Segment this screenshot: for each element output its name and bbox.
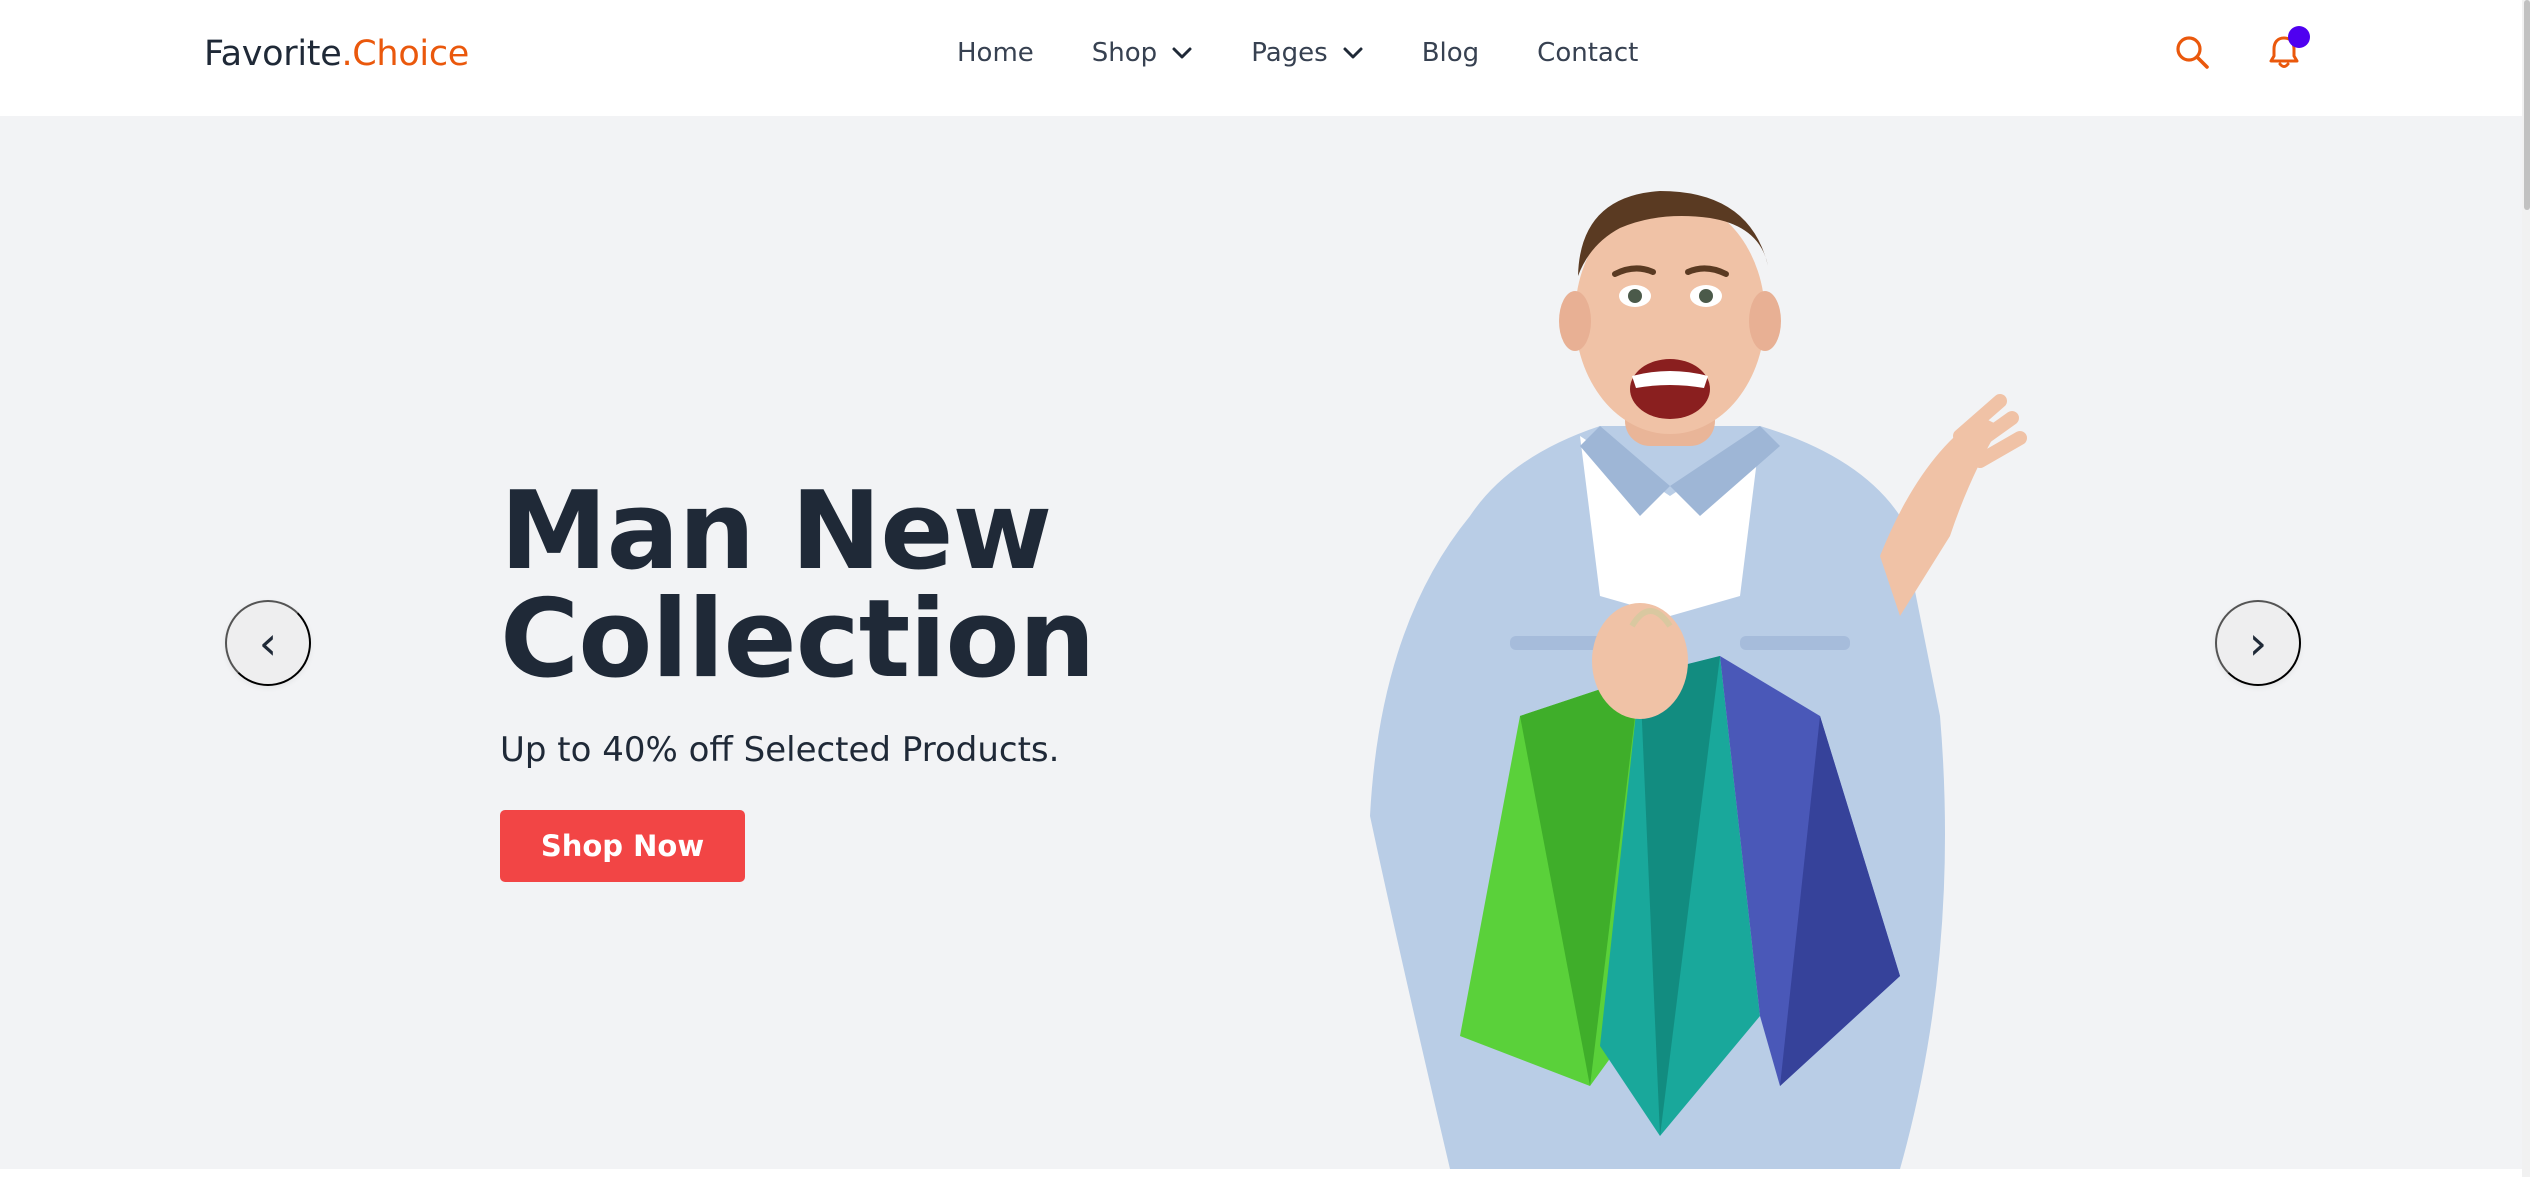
scrollbar-thumb[interactable] bbox=[2524, 0, 2530, 210]
logo-accent: .Choice bbox=[341, 34, 470, 74]
page: Favorite.Choice Home Shop Pages Blog Con… bbox=[0, 0, 2530, 1177]
nav-blog-label: Blog bbox=[1421, 38, 1480, 68]
nav-blog[interactable]: Blog bbox=[1422, 38, 1479, 68]
logo[interactable]: Favorite.Choice bbox=[204, 34, 469, 74]
search-icon bbox=[2176, 36, 2209, 69]
next-slide-button[interactable]: › bbox=[2215, 600, 2301, 686]
nav-contact-label: Contact bbox=[1537, 38, 1639, 68]
chevron-down-icon bbox=[1343, 47, 1363, 59]
shop-now-button[interactable]: Shop Now bbox=[500, 810, 745, 882]
hero-slider: ‹ Man New Collection Up to 40% off Selec… bbox=[0, 116, 2522, 1169]
hero-title: Man New Collection bbox=[500, 478, 1300, 694]
nav-pages[interactable]: Pages bbox=[1251, 38, 1364, 68]
nav-pages-label: Pages bbox=[1251, 38, 1328, 68]
hero-subtitle: Up to 40% off Selected Products. bbox=[500, 730, 1060, 770]
prev-slide-button[interactable]: ‹ bbox=[225, 600, 311, 686]
notification-badge bbox=[2288, 26, 2310, 48]
site-header: Favorite.Choice Home Shop Pages Blog Con… bbox=[0, 0, 2530, 116]
nav-shop[interactable]: Shop bbox=[1092, 38, 1193, 68]
hero-image-man-with-shopping-bags bbox=[1370, 191, 2027, 1169]
nav-shop-label: Shop bbox=[1091, 38, 1158, 68]
nav-home[interactable]: Home bbox=[957, 38, 1034, 68]
hero-title-line1: Man New bbox=[500, 469, 1052, 594]
nav-home-label: Home bbox=[957, 38, 1034, 68]
hero-title-line2: Collection bbox=[500, 577, 1096, 702]
search-button[interactable] bbox=[2172, 32, 2212, 72]
notifications-button[interactable] bbox=[2264, 26, 2310, 72]
header-actions bbox=[2172, 26, 2310, 72]
logo-main: Favorite bbox=[204, 34, 342, 74]
chevron-down-icon bbox=[1172, 47, 1192, 59]
main-nav: Home Shop Pages Blog Contact bbox=[957, 38, 1638, 68]
nav-contact[interactable]: Contact bbox=[1537, 38, 1638, 68]
